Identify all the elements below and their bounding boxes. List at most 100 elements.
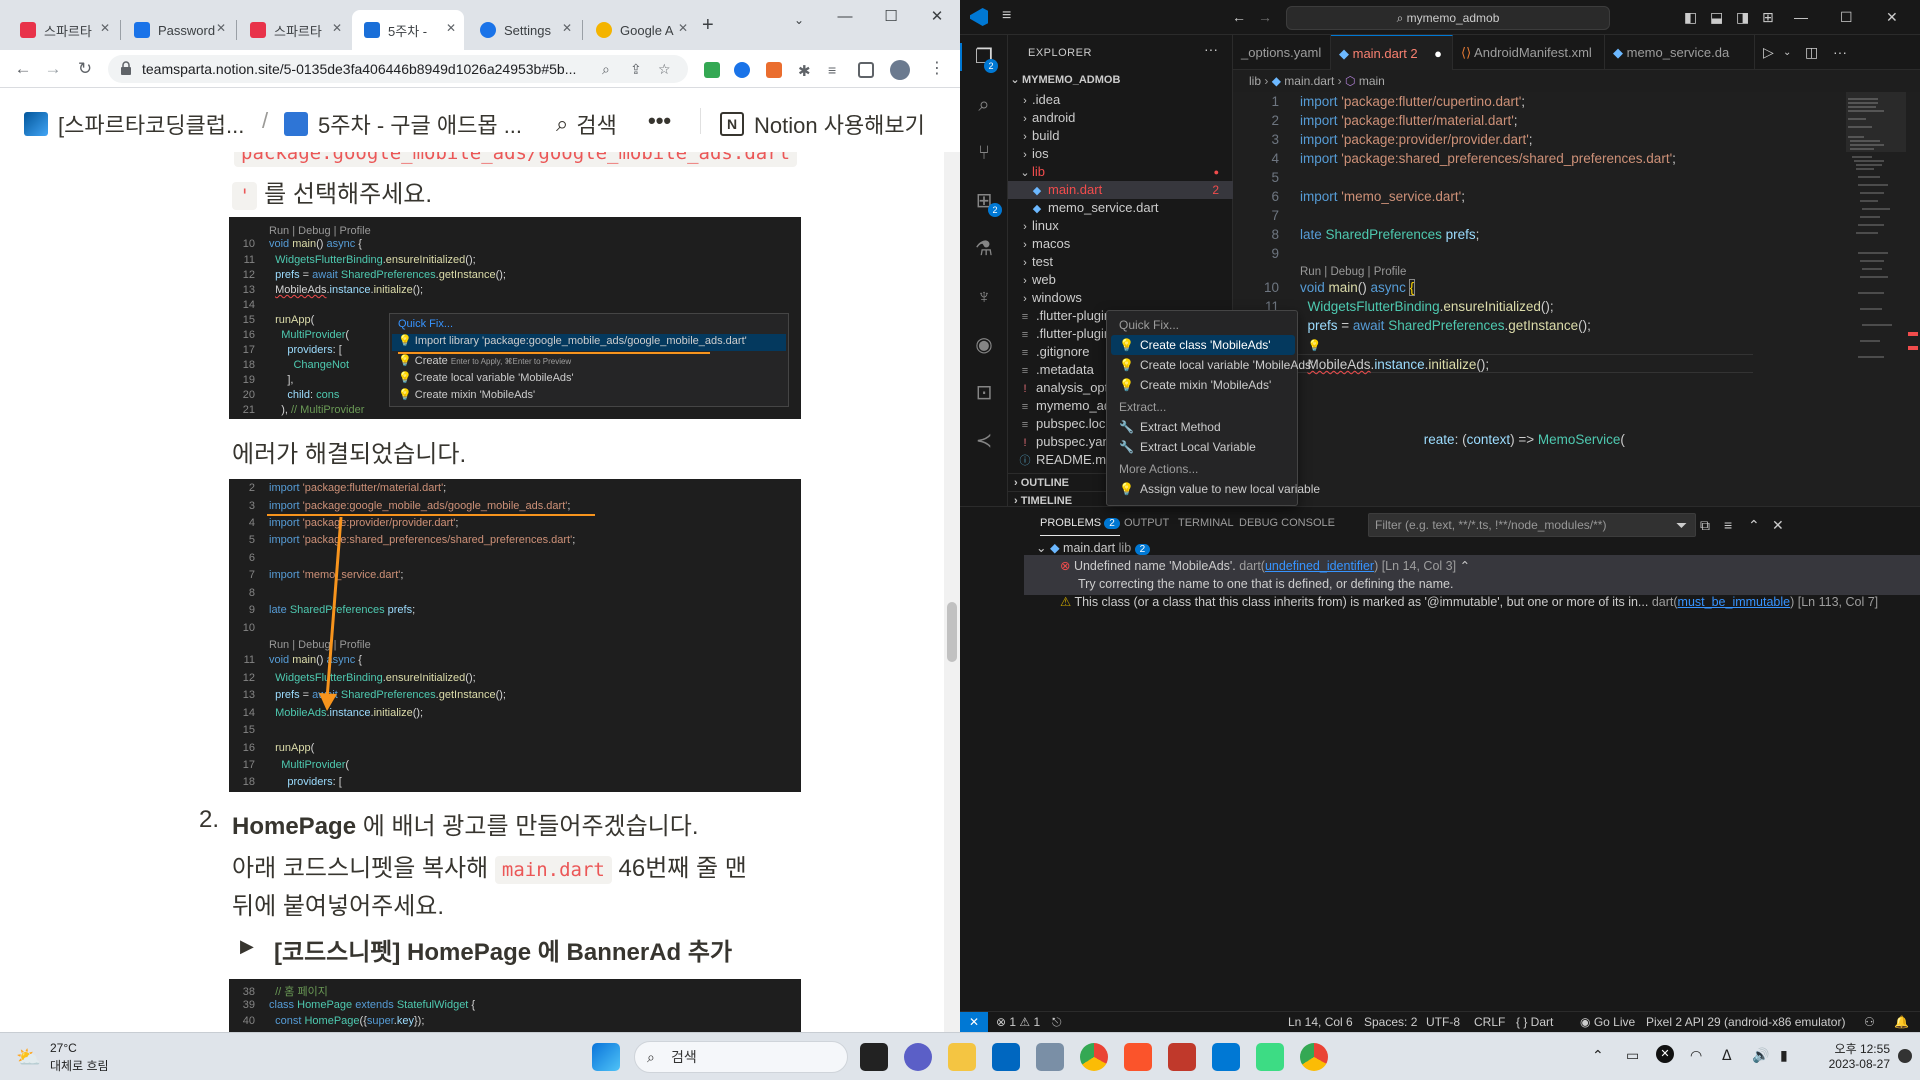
weather-desc[interactable]: 대체로 흐림 (50, 1057, 109, 1074)
tray-volume-icon[interactable]: 🔊 (1752, 1047, 1769, 1064)
toggle-snippet-title[interactable]: [코드스니펫] HomePage 에 BannerAd 추가 (274, 932, 732, 967)
tray-date[interactable]: 2023-08-27 (1812, 1057, 1890, 1071)
close-icon[interactable]: ✕ (446, 21, 456, 35)
tray-chevron-icon[interactable]: ⌃ (1592, 1047, 1604, 1064)
collapse-all-icon[interactable]: ⧉ (1700, 517, 1710, 534)
tree-item[interactable]: ◆ main.dart 2 (1008, 181, 1233, 199)
panel-close-icon[interactable]: ✕ (1772, 517, 1784, 534)
github-icon[interactable]: ◉ (970, 331, 998, 359)
customize-layout-icon[interactable]: ⊞ (1762, 9, 1774, 26)
maximize-icon[interactable]: ☐ (1840, 9, 1853, 26)
tray-battery-icon[interactable]: ▮ (1780, 1047, 1788, 1064)
quickfix-create-local-variable[interactable]: 💡 Create local variable 'MobileAds' (1111, 355, 1313, 375)
weather-cloud-icon[interactable]: ⛅ (16, 1045, 41, 1070)
panel-tab-output[interactable]: OUTPUT (1124, 517, 1169, 529)
panel-maximize-icon[interactable]: ⌃ (1748, 517, 1760, 534)
close-icon[interactable]: ✕ (562, 21, 572, 35)
tree-item[interactable]: › macos (1008, 235, 1233, 253)
more-menu-button[interactable]: ••• (648, 108, 671, 134)
close-window-icon[interactable]: ✕ (1886, 9, 1898, 26)
tab-memo-service[interactable]: ◆ memo_service.da (1605, 35, 1755, 70)
status-broadcast-icon[interactable]: ⎋ (1052, 1012, 1062, 1032)
chevron-up-icon[interactable]: ⌃ (1460, 559, 1470, 573)
panel-tab-debug-console[interactable]: DEBUG CONSOLE (1239, 517, 1335, 529)
status-device[interactable]: Pixel 2 API 29 (android-x86 emulator) (1646, 1012, 1845, 1032)
breadcrumb-item-2[interactable]: 5주차 - 구글 애드몹 ... (284, 108, 522, 140)
tray-time[interactable]: 오후 12:55 (1820, 1040, 1890, 1057)
quickfix-extract-method[interactable]: 🔧 Extract Method (1111, 417, 1295, 437)
tray-wifi-icon[interactable]: ◠ (1690, 1047, 1702, 1064)
windows-start-icon[interactable] (592, 1043, 620, 1071)
share-icon[interactable]: ⇪ (630, 61, 642, 78)
snipping-tool-icon[interactable] (1168, 1043, 1196, 1071)
task-view-icon[interactable] (860, 1043, 888, 1071)
flutter-icon[interactable]: ≺ (970, 427, 998, 455)
android-studio-icon[interactable] (1256, 1043, 1284, 1071)
warning-code-link[interactable]: must_be_immutable (1678, 595, 1791, 609)
chrome-profile-icon[interactable] (1300, 1043, 1328, 1071)
remote-explorer-icon[interactable]: ⊡ (970, 379, 998, 407)
panel-menu-icon[interactable]: ≡ (1724, 517, 1732, 533)
panel-tab-problems[interactable]: PROBLEMS 2 (1040, 517, 1120, 536)
puzzle-extensions-icon[interactable]: ✱ (798, 62, 814, 80)
status-eol[interactable]: CRLF (1474, 1012, 1505, 1032)
toggle-secondary-sidebar-icon[interactable]: ◨ (1736, 9, 1749, 26)
settings-gear-icon[interactable] (1036, 1043, 1064, 1071)
close-icon[interactable]: ✕ (678, 21, 688, 35)
address-bar[interactable]: teamsparta.notion.site/5-0135de3fa406446… (108, 55, 688, 83)
page-scrollbar[interactable] (944, 152, 960, 1032)
more-actions-icon[interactable]: ··· (1204, 41, 1218, 57)
extension-shield-icon[interactable] (734, 62, 750, 78)
status-indentation[interactable]: Spaces: 2 (1364, 1012, 1417, 1032)
notion-search-button[interactable]: ⌕ 검색 (556, 108, 617, 140)
chrome-icon[interactable] (1080, 1043, 1108, 1071)
panel-tab-terminal[interactable]: TERMINAL (1178, 517, 1234, 529)
chrome-tab-1[interactable]: 스파르타 ✕ (8, 10, 118, 50)
source-control-icon[interactable]: ⑂ (970, 139, 998, 167)
explorer-files-icon[interactable]: ❐ 2 (960, 43, 1006, 73)
chrome-menu-icon[interactable]: ⋮ (926, 58, 948, 80)
notification-center-icon[interactable] (1898, 1049, 1912, 1063)
search-icon[interactable]: ⌕ (970, 91, 998, 119)
minimize-icon[interactable]: — (822, 0, 868, 32)
editor-more-icon[interactable]: ··· (1833, 44, 1847, 60)
nav-forward-icon[interactable]: → (1258, 9, 1272, 25)
close-icon[interactable]: ✕ (216, 21, 226, 35)
close-icon[interactable]: ✕ (332, 21, 342, 35)
tree-item[interactable]: ◆ memo_service.dart (1008, 199, 1233, 217)
extension-green-icon[interactable] (704, 62, 720, 78)
tree-item[interactable]: › web (1008, 271, 1233, 289)
forward-arrow-icon[interactable]: → (42, 58, 64, 80)
tray-a-icon[interactable]: ᐃ (1722, 1047, 1732, 1064)
brave-icon[interactable] (1124, 1043, 1152, 1071)
taskbar-search[interactable]: ⌕ 검색 (634, 1041, 848, 1073)
status-language[interactable]: { } Dart (1516, 1012, 1553, 1032)
weather-temp[interactable]: 27°C (50, 1041, 77, 1055)
run-dropdown-icon[interactable]: ⌄ (1783, 47, 1791, 58)
testing-flask-icon[interactable]: ⚗ (970, 235, 998, 263)
tree-item[interactable]: › ios (1008, 145, 1233, 163)
tree-item[interactable]: › build (1008, 127, 1233, 145)
file-explorer-icon[interactable] (948, 1043, 976, 1071)
lightbulb-icon[interactable]: 💡 (1308, 340, 1322, 352)
run-play-icon[interactable]: ▷ (1763, 44, 1774, 61)
tree-item[interactable]: ⌄ lib ● (1008, 163, 1233, 181)
status-accounts-icon[interactable]: ⚇ (1864, 1012, 1875, 1032)
remote-indicator-icon[interactable]: ✕ (960, 1012, 988, 1032)
chat-icon[interactable] (904, 1043, 932, 1071)
problems-filter-input[interactable]: Filter (e.g. text, **/*.ts, !**/node_mod… (1368, 513, 1696, 537)
problem-row-warning[interactable]: ⚠ This class (or a class that this class… (1060, 591, 1878, 613)
python-icon[interactable]: ♆ (970, 283, 998, 311)
extensions-icon[interactable]: ⊞ 2 (970, 187, 1002, 217)
nav-back-icon[interactable]: ← (1232, 9, 1246, 25)
maximize-icon[interactable]: ☐ (868, 0, 914, 32)
bookmark-star-icon[interactable]: ☆ (658, 61, 671, 78)
tab-android-manifest[interactable]: ⟨⟩ AndroidManifest.xml (1453, 35, 1605, 70)
vscode-taskbar-icon[interactable] (1212, 1043, 1240, 1071)
chrome-tab-5[interactable]: Settings ✕ (468, 10, 580, 50)
quickfix-extract-local-variable[interactable]: 🔧 Extract Local Variable (1111, 437, 1295, 457)
chrome-tab-2[interactable]: Password ✕ (122, 10, 234, 50)
filter-funnel-icon[interactable]: ⏷ (1676, 517, 1687, 534)
quickfix-assign-variable[interactable]: 💡 Assign value to new local variable (1111, 479, 1320, 499)
project-root[interactable]: ⌄ MYMEMO_ADMOB (1008, 69, 1233, 91)
